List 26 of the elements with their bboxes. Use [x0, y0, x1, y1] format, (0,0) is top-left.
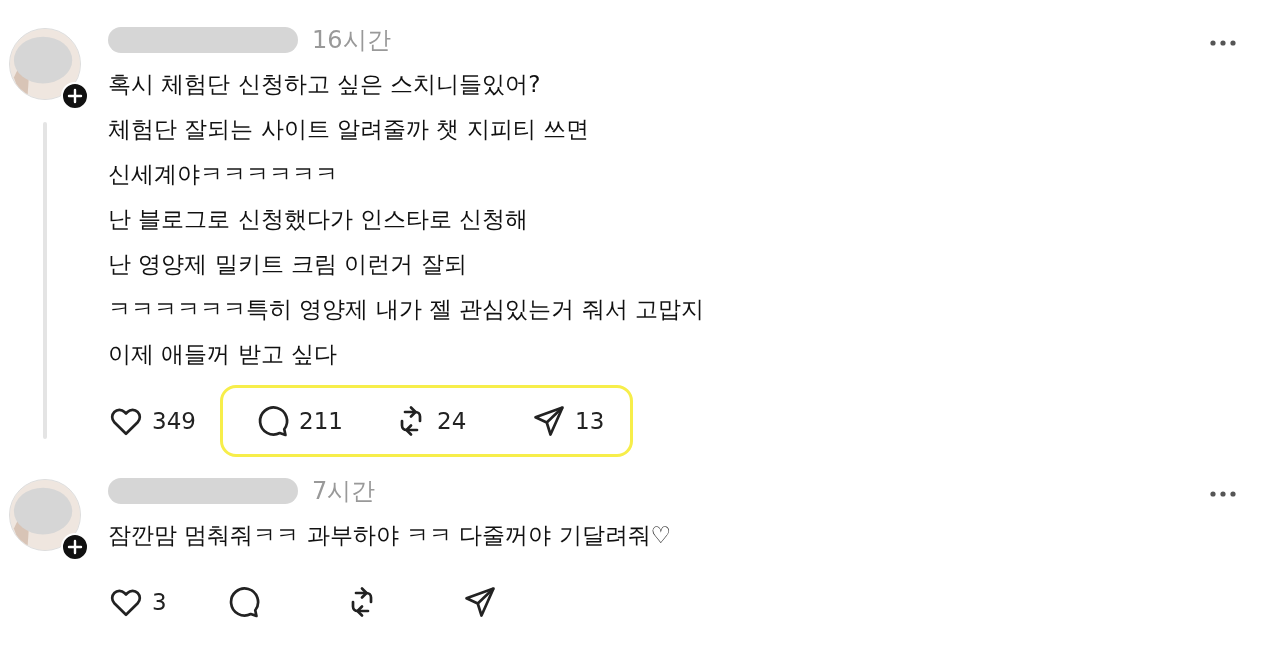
repost-button[interactable]: 24: [385, 402, 523, 440]
timestamp: 16시간: [312, 25, 391, 56]
send-icon[interactable]: [462, 584, 498, 620]
like-button[interactable]: 3: [100, 583, 218, 621]
timestamp: 7시간: [312, 476, 376, 507]
count: 349: [152, 408, 196, 434]
post-text-line: 혹시 체험단 신청하고 싶은 스치니들있어?: [108, 70, 542, 99]
more-icon[interactable]: [1208, 489, 1238, 499]
reply-button[interactable]: 211: [247, 402, 385, 440]
count: 211: [299, 408, 343, 434]
post-text-line: 이제 애들꺼 받고 싶다: [108, 340, 338, 369]
post-text-line: 잠깐맘 멈춰줘ㅋㅋ 과부하야 ㅋㅋ 다줄꺼야 기달려줘♡: [108, 521, 673, 550]
count: 24: [437, 408, 467, 434]
post-text-line: 체험단 잘되는 사이트 알려줄까 챗 지피티 쓰면: [108, 115, 590, 144]
like-button[interactable]: 349: [100, 402, 218, 440]
post-text-line: 신세계야ㅋㅋㅋㅋㅋㅋ: [108, 160, 339, 189]
post-text-line: ㅋㅋㅋㅋㅋㅋ특히 영양제 내가 젤 관심있는거 줘서 고맙지: [108, 295, 705, 324]
post-text-line: 난 블로그로 신청했다가 인스타로 신청해: [108, 205, 530, 234]
count: 3: [152, 589, 167, 615]
follow-plus-icon[interactable]: [61, 533, 89, 561]
post-text-line: 난 영양제 밀키트 크림 이런거 잘되: [108, 250, 468, 279]
follow-plus-icon[interactable]: [61, 82, 89, 110]
count: 13: [575, 408, 605, 434]
send-icon[interactable]: [531, 403, 567, 439]
share-button[interactable]: 13: [523, 402, 611, 440]
more-icon[interactable]: [1208, 38, 1238, 48]
